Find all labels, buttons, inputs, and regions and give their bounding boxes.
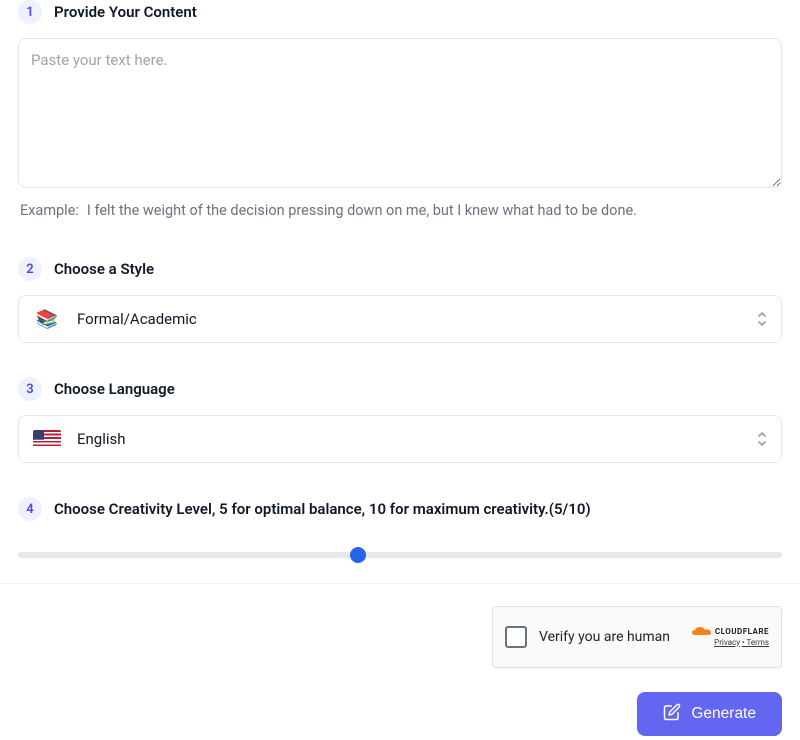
books-icon: 📚 — [33, 309, 61, 329]
example-label: Example: — [20, 202, 79, 219]
step-title-2: Choose a Style — [54, 260, 154, 278]
language-selected-value: English — [77, 430, 126, 448]
step-badge-3: 3 — [18, 377, 42, 401]
generate-button-label: Generate — [691, 705, 756, 723]
section-provide-content: 1 Provide Your Content Example: I felt t… — [18, 0, 782, 223]
cloudflare-brand-text: CLOUDFLARE — [715, 627, 769, 637]
generate-row: Generate — [0, 680, 800, 740]
step-header: 2 Choose a Style — [18, 257, 782, 281]
slider-thumb[interactable] — [350, 547, 366, 563]
step-title-4: Choose Creativity Level, 5 for optimal b… — [54, 500, 591, 518]
example-text: I felt the weight of the decision pressi… — [87, 202, 637, 219]
edit-icon — [663, 703, 681, 726]
section-creativity: 4 Choose Creativity Level, 5 for optimal… — [18, 497, 782, 565]
content-textarea[interactable] — [18, 38, 782, 188]
style-selected-value: Formal/Academic — [77, 310, 197, 328]
flag-us-icon — [33, 429, 61, 449]
step-title-3: Choose Language — [54, 380, 175, 398]
captcha-terms-link[interactable]: Terms — [747, 638, 769, 647]
step-header: 1 Provide Your Content — [18, 0, 782, 24]
slider-track — [18, 552, 782, 558]
captcha-label: Verify you are human — [539, 629, 679, 645]
step-badge-4: 4 — [18, 497, 42, 521]
section-choose-style: 2 Choose a Style 📚 Formal/Academic — [18, 257, 782, 343]
step-header: 3 Choose Language — [18, 377, 782, 401]
step-badge-1: 1 — [18, 0, 42, 24]
step-badge-2: 2 — [18, 257, 42, 281]
captcha-checkbox[interactable] — [505, 626, 527, 648]
divider — [0, 583, 800, 584]
language-select[interactable]: English — [18, 415, 782, 463]
chevrons-up-down-icon — [755, 430, 769, 448]
captcha-widget: Verify you are human CLOUDFLARE Privacy … — [492, 606, 782, 668]
cloudflare-logo-icon — [691, 626, 713, 638]
generate-button[interactable]: Generate — [637, 692, 782, 736]
example-row: Example: I felt the weight of the decisi… — [18, 198, 782, 223]
step-title-1: Provide Your Content — [54, 3, 197, 21]
style-select[interactable]: 📚 Formal/Academic — [18, 295, 782, 343]
section-choose-language: 3 Choose Language English — [18, 377, 782, 463]
captcha-brand: CLOUDFLARE Privacy • Terms — [691, 626, 769, 648]
chevrons-up-down-icon — [755, 310, 769, 328]
creativity-slider[interactable] — [18, 545, 782, 565]
step-header: 4 Choose Creativity Level, 5 for optimal… — [18, 497, 782, 521]
captcha-privacy-link[interactable]: Privacy — [714, 638, 740, 647]
captcha-row: Verify you are human CLOUDFLARE Privacy … — [0, 606, 800, 680]
